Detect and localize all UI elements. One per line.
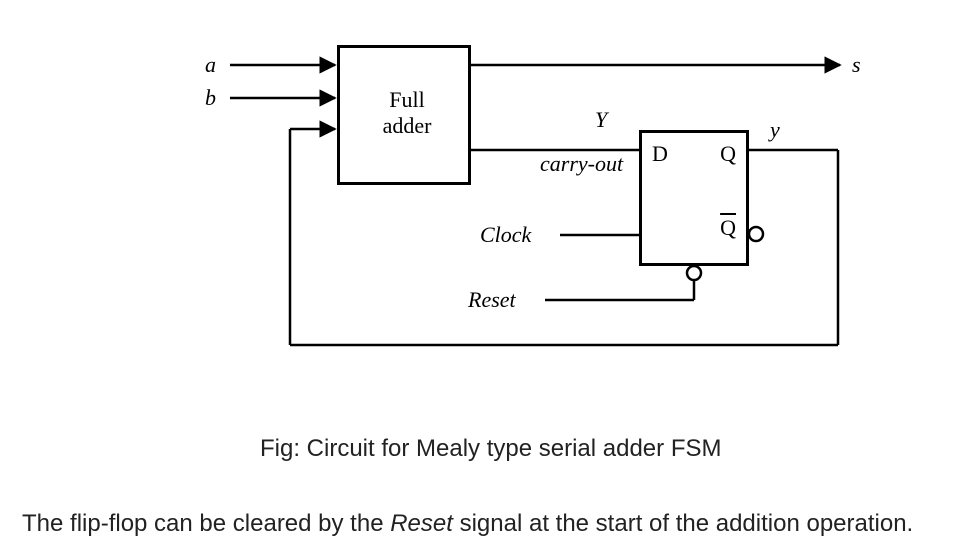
body-text-reset-word: Reset <box>390 510 453 537</box>
input-a-label: a <box>205 53 216 77</box>
signal-carry-out-label: carry-out <box>540 152 623 176</box>
body-text-p2: signal at the start of the addition oper… <box>453 510 913 537</box>
full-adder-label-line2: adder <box>340 114 474 138</box>
input-b-label: b <box>205 86 216 110</box>
output-y-label: y <box>770 118 780 142</box>
signal-Y-label: Y <box>595 108 607 132</box>
full-adder-label-line1: Full <box>340 88 474 112</box>
figure-caption: Fig: Circuit for Mealy type serial adder… <box>260 435 721 463</box>
body-text: The flip-flop can be cleared by the Rese… <box>22 510 913 538</box>
wire-layer <box>0 0 978 559</box>
ff-d-label: D <box>652 141 668 167</box>
signal-clock-label: Clock <box>480 223 531 247</box>
ff-qbar-label: Q <box>720 215 736 241</box>
body-text-p1: The flip-flop can be cleared by the <box>22 510 390 537</box>
signal-reset-label: Reset <box>468 288 516 312</box>
ff-q-label: Q <box>720 141 736 167</box>
output-s-label: s <box>852 53 861 77</box>
flip-flop-block: D Q Q <box>639 130 749 266</box>
full-adder-block: Full adder <box>337 45 471 185</box>
diagram-canvas: Full adder D Q Q a b s Y carry-out y Clo… <box>0 0 978 559</box>
